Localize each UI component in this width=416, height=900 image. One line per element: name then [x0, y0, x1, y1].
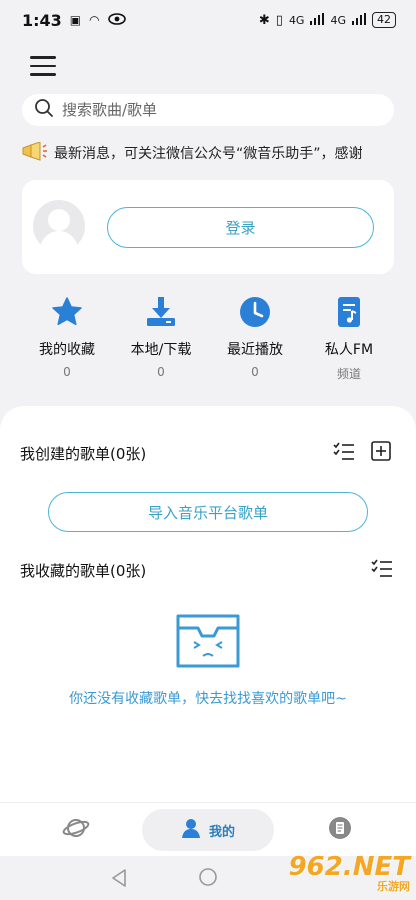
quick-action-count: 0	[63, 365, 71, 379]
star-icon	[50, 295, 84, 329]
music-note-icon	[332, 295, 366, 329]
nav-playlist[interactable]	[324, 809, 356, 851]
login-button[interactable]: 登录	[107, 207, 374, 248]
search-icon	[34, 98, 54, 122]
status-time: 1:43	[22, 10, 62, 30]
network-label-2: 4G	[330, 13, 346, 27]
quick-action-label: 私人FM	[324, 342, 374, 358]
download-icon	[144, 295, 178, 329]
empty-inbox-icon	[174, 612, 242, 670]
battery-indicator: 42	[372, 12, 396, 28]
quick-action-recent[interactable]: 最近播放 0	[208, 295, 302, 382]
empty-favorites-text: 你还没有收藏歌单，快去找找喜欢的歌单吧~	[69, 691, 347, 707]
clock-icon	[238, 295, 272, 329]
network-label-1: 4G	[288, 13, 305, 27]
notice-marquee[interactable]: 最新消息，可关注微信公众号“微音乐助手”，感谢	[20, 142, 416, 164]
back-icon[interactable]	[110, 868, 128, 892]
document-icon	[328, 816, 352, 844]
home-icon[interactable]	[198, 867, 218, 891]
search-input[interactable]	[62, 101, 362, 119]
eye-icon	[107, 11, 126, 29]
megaphone-icon	[20, 142, 50, 164]
list-manage-icon[interactable]	[333, 441, 355, 463]
created-playlists-title: 我创建的歌单(0张)	[20, 445, 147, 463]
quick-action-downloads[interactable]: 本地/下载 0	[114, 295, 208, 382]
signal-icon	[352, 12, 366, 28]
bluetooth-icon: ✱	[258, 12, 270, 28]
list-manage-icon[interactable]	[371, 558, 393, 580]
bottom-nav: 我的	[0, 802, 416, 856]
quick-action-sub: 频道	[336, 367, 361, 381]
avatar[interactable]	[33, 200, 85, 252]
person-icon	[181, 818, 201, 842]
nav-mine-label: 我的	[208, 824, 235, 840]
quick-actions: 我的收藏 0 本地/下载 0 最近播放 0 私人FM 频道	[20, 295, 396, 382]
quick-action-favorites[interactable]: 我的收藏 0	[20, 295, 114, 382]
favorite-playlists-title: 我收藏的歌单(0张)	[20, 562, 147, 580]
profile-card: 登录	[22, 180, 394, 274]
wifi-icon: ◠	[89, 13, 100, 27]
planet-icon	[62, 816, 90, 844]
quick-action-label: 本地/下载	[130, 342, 192, 358]
add-playlist-icon[interactable]	[371, 441, 393, 463]
signal-icon	[310, 12, 325, 28]
playlists-panel	[0, 406, 416, 806]
nav-mine[interactable]: 我的	[142, 809, 274, 851]
nav-discover[interactable]	[58, 809, 94, 851]
vibrate-icon: ▯	[275, 12, 283, 28]
notification-icon: ▣	[69, 13, 82, 27]
status-bar: 1:43 ▣ ◠ ✱ ▯ 4G 4G 42	[0, 0, 416, 40]
watermark-logo: 962.NET 乐游网	[289, 852, 410, 894]
notice-text: 最新消息，可关注微信公众号“微音乐助手”，感谢	[54, 146, 363, 162]
import-playlist-button[interactable]: 导入音乐平台歌单	[48, 492, 368, 532]
menu-icon[interactable]	[30, 56, 56, 78]
search-bar[interactable]	[22, 94, 394, 126]
quick-action-count: 0	[251, 365, 259, 379]
quick-action-count: 0	[157, 365, 165, 379]
quick-action-label: 我的收藏	[39, 342, 95, 358]
quick-action-label: 最近播放	[227, 342, 283, 358]
quick-action-fm[interactable]: 私人FM 频道	[302, 295, 396, 382]
